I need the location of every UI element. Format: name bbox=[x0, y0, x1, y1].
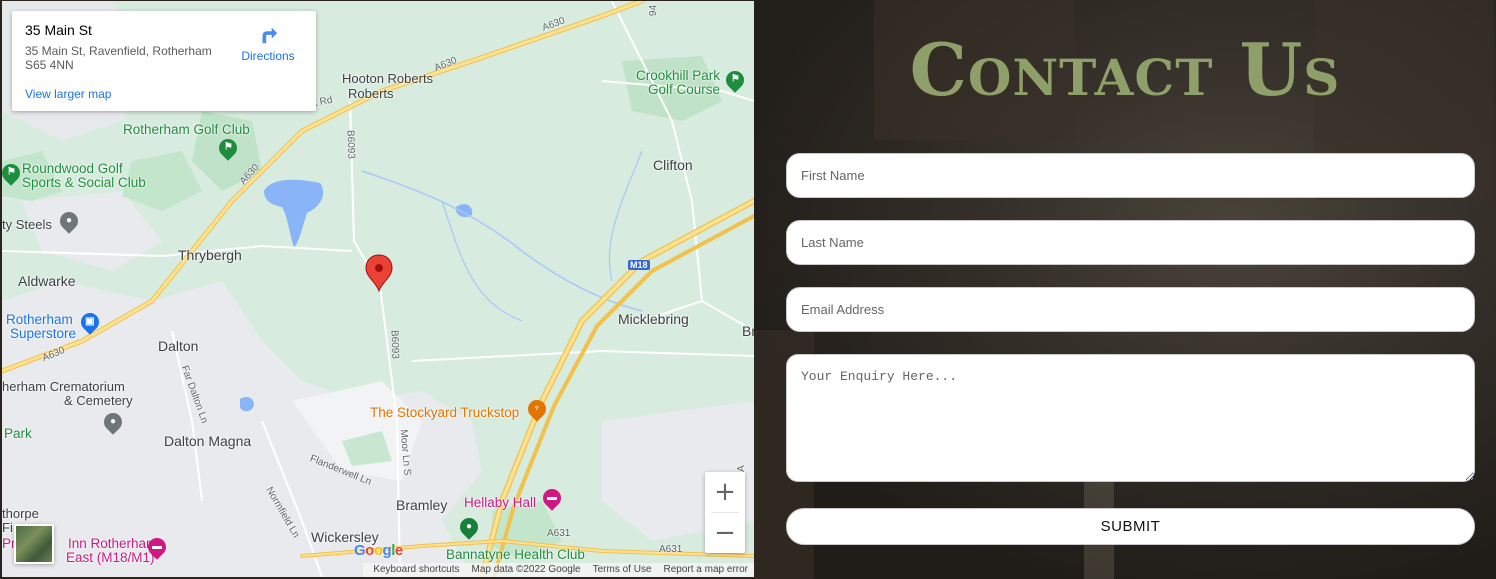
satellite-toggle-button[interactable] bbox=[14, 524, 54, 564]
view-larger-map-link[interactable]: View larger map bbox=[25, 87, 111, 101]
place-label: Bramley bbox=[396, 497, 448, 513]
place-label: Dalton bbox=[158, 338, 199, 354]
place-label: Crookhill Park bbox=[636, 68, 721, 83]
road-label: B6093 bbox=[344, 129, 357, 160]
road-label: A631 bbox=[547, 528, 571, 539]
first-name-input[interactable] bbox=[801, 168, 1460, 183]
road-label: 94 bbox=[648, 4, 660, 17]
place-info-card: 35 Main St 35 Main St, Ravenfield, Rothe… bbox=[12, 11, 316, 111]
place-address: 35 Main St, Ravenfield, Rotherham S65 4N… bbox=[25, 44, 212, 72]
last-name-field[interactable] bbox=[786, 220, 1475, 265]
place-label: Inn Rotherham bbox=[68, 536, 158, 551]
place-label: herham Crematorium bbox=[2, 379, 125, 394]
first-name-field[interactable] bbox=[786, 153, 1475, 198]
place-label: Hellaby Hall bbox=[464, 495, 537, 510]
place-label: Fi bbox=[2, 520, 13, 535]
place-label: Roberts bbox=[348, 86, 394, 101]
place-label: Roundwood Golf bbox=[22, 161, 123, 176]
terms-of-use-link[interactable]: Terms of Use bbox=[587, 563, 658, 577]
place-label: Clifton bbox=[653, 157, 693, 173]
place-label: The Stockyard Truckstop bbox=[370, 405, 520, 420]
place-label: Dalton Magna bbox=[164, 433, 252, 449]
zoom-out-button[interactable]: − bbox=[705, 513, 745, 553]
place-label: Sports & Social Club bbox=[22, 175, 146, 190]
place-label: Aldwarke bbox=[18, 273, 76, 289]
place-label: & Cemetery bbox=[64, 393, 133, 408]
submit-button[interactable]: SUBMIT bbox=[786, 508, 1475, 545]
email-input[interactable] bbox=[801, 302, 1460, 317]
zoom-control: + − bbox=[705, 472, 745, 553]
email-field[interactable] bbox=[786, 287, 1475, 332]
keyboard-shortcuts-link[interactable]: Keyboard shortcuts bbox=[367, 563, 465, 577]
place-label: Micklebring bbox=[618, 311, 689, 327]
directions-icon bbox=[262, 27, 278, 44]
place-label: Park bbox=[4, 426, 32, 441]
last-name-input[interactable] bbox=[801, 235, 1460, 250]
place-label: East (M18/M1) bbox=[66, 550, 155, 565]
place-label: Superstore bbox=[10, 326, 77, 341]
place-label: Bannatyne Health Club bbox=[446, 547, 585, 562]
place-label: Golf Course bbox=[648, 82, 721, 97]
place-label: Rotherham bbox=[6, 312, 73, 327]
contact-heading: Contact Us bbox=[909, 27, 1341, 112]
google-logo: Google bbox=[354, 542, 403, 559]
place-label: thorpe bbox=[2, 506, 39, 521]
road-label: A bbox=[735, 465, 747, 472]
enquiry-textarea[interactable] bbox=[786, 354, 1475, 482]
motorway-shield: M18 bbox=[628, 260, 650, 270]
place-label: Rotherham Golf Club bbox=[123, 122, 250, 137]
directions-label: Directions bbox=[241, 49, 295, 63]
map-footer: Keyboard shortcuts Map data ©2022 Google… bbox=[363, 563, 754, 577]
map-data-attribution: Map data ©2022 Google bbox=[471, 564, 581, 575]
report-map-error-link[interactable]: Report a map error bbox=[658, 563, 754, 577]
road-label: B6093 bbox=[388, 329, 401, 360]
place-label: ty Steels bbox=[2, 217, 52, 232]
place-label: Hooton Roberts bbox=[342, 71, 434, 86]
zoom-in-button[interactable]: + bbox=[705, 472, 745, 512]
embedded-map[interactable]: Hooton Roberts Roberts Rotherham Golf Cl… bbox=[2, 1, 754, 577]
place-label: Br bbox=[742, 323, 754, 339]
contact-panel: Contact Us SUBMIT bbox=[754, 0, 1496, 579]
directions-button[interactable]: Directions bbox=[238, 23, 298, 63]
place-label: Thrybergh bbox=[178, 247, 242, 263]
road-label: A631 bbox=[659, 544, 683, 555]
